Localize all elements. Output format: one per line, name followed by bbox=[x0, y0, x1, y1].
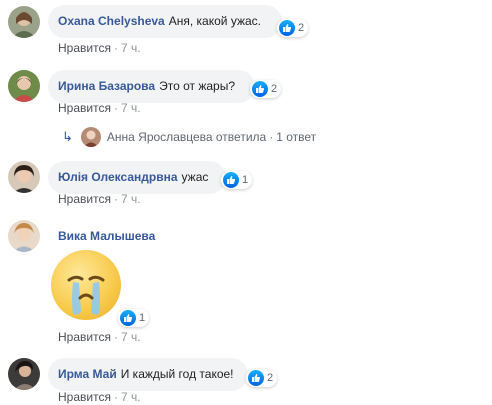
avatar[interactable] bbox=[8, 161, 40, 193]
reply-arrow-icon: ↳ bbox=[62, 129, 73, 144]
commenter-name[interactable]: Вика Малышева bbox=[58, 229, 155, 243]
commenter-name[interactable]: Oxana Chelysheva bbox=[58, 14, 165, 28]
commenter-name[interactable]: Юлія Олександрвна bbox=[58, 170, 178, 184]
reply-author: Анна Ярославцева ответила bbox=[106, 130, 267, 144]
reaction-summary[interactable]: 1 bbox=[221, 171, 253, 189]
comment-actions: Нравится · 7 ч. bbox=[58, 192, 141, 206]
thumbs-up-icon bbox=[248, 370, 264, 386]
commenter-name-row: Вика Малышева bbox=[58, 229, 155, 243]
timestamp[interactable]: 7 ч. bbox=[121, 330, 141, 344]
like-link[interactable]: Нравится bbox=[58, 390, 111, 404]
comment-text: ужас bbox=[181, 170, 209, 184]
comment-text: Аня, какой ужас. bbox=[168, 14, 261, 28]
like-link[interactable]: Нравится bbox=[58, 330, 111, 344]
reaction-count: 1 bbox=[242, 174, 249, 186]
comment-actions: Нравится · 7 ч. bbox=[58, 330, 141, 344]
comment-actions: Нравится · 7 ч. bbox=[58, 390, 141, 404]
reaction-count: 2 bbox=[271, 83, 278, 95]
comment-bubble: Ирма Май И каждый год такое! bbox=[48, 358, 248, 391]
replies-link[interactable]: ↳ Анна Ярославцева ответила · 1 ответ bbox=[62, 127, 316, 147]
avatar[interactable] bbox=[8, 220, 40, 252]
comment-bubble: Юлія Олександрвна ужас bbox=[48, 161, 226, 194]
thumbs-up-icon bbox=[120, 310, 136, 326]
thumbs-up-icon bbox=[279, 20, 295, 36]
reaction-count: 2 bbox=[267, 372, 274, 384]
timestamp[interactable]: 7 ч. bbox=[121, 41, 141, 55]
reply-count: 1 ответ bbox=[276, 130, 317, 144]
reaction-summary[interactable]: 2 bbox=[277, 19, 309, 37]
timestamp[interactable]: 7 ч. bbox=[121, 390, 141, 404]
reaction-summary[interactable]: 1 bbox=[118, 309, 150, 327]
comment-bubble: Ирина Базарова Это от жары? bbox=[48, 70, 255, 103]
like-link[interactable]: Нравится bbox=[58, 192, 111, 206]
reaction-count: 2 bbox=[298, 22, 305, 34]
avatar bbox=[80, 127, 101, 147]
timestamp[interactable]: 7 ч. bbox=[121, 192, 141, 206]
like-link[interactable]: Нравится bbox=[58, 41, 111, 55]
comment-text: И каждый год такое! bbox=[120, 367, 234, 381]
reaction-summary[interactable]: 2 bbox=[246, 369, 278, 387]
avatar[interactable] bbox=[8, 6, 40, 38]
thumbs-up-icon bbox=[252, 81, 268, 97]
comment-actions: Нравится · 7 ч. bbox=[58, 41, 141, 55]
thumbs-up-icon bbox=[223, 172, 239, 188]
commenter-name[interactable]: Ирма Май bbox=[58, 367, 117, 381]
reaction-count: 1 bbox=[139, 312, 146, 324]
reaction-summary[interactable]: 2 bbox=[250, 80, 282, 98]
comment-actions: Нравится · 7 ч. bbox=[58, 101, 141, 115]
avatar[interactable] bbox=[8, 358, 40, 390]
commenter-name[interactable]: Ирина Базарова bbox=[58, 79, 155, 93]
timestamp[interactable]: 7 ч. bbox=[121, 101, 141, 115]
crying-face-sticker bbox=[51, 250, 121, 320]
avatar[interactable] bbox=[8, 70, 40, 102]
comment-text: Это от жары? bbox=[159, 79, 235, 93]
comment-bubble: Oxana Chelysheva Аня, какой ужас. bbox=[48, 5, 282, 38]
like-link[interactable]: Нравится bbox=[58, 101, 111, 115]
